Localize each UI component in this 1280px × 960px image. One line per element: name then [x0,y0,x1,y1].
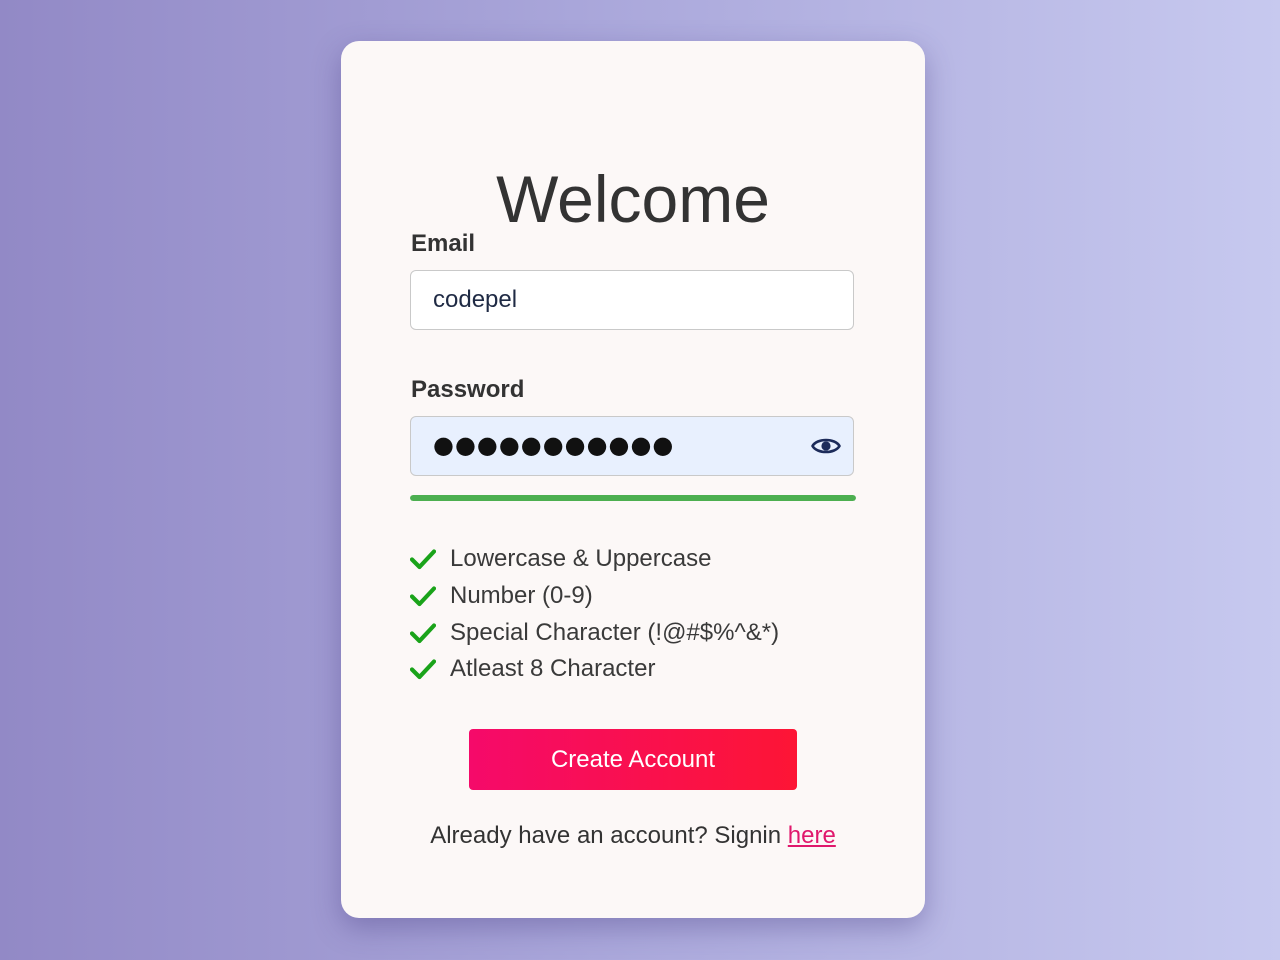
password-label: Password [411,376,525,403]
requirement-text: Number (0-9) [450,582,593,610]
email-field[interactable]: codepel [410,270,854,330]
signup-card: Welcome Email codepel Password ●●●●●●●●●… [341,41,925,918]
requirement-text: Lowercase & Uppercase [450,545,712,573]
eye-icon[interactable] [811,435,841,457]
signin-link[interactable]: here [788,822,836,849]
signin-prompt: Already have an account? Signin here [341,821,925,851]
password-strength-fill [410,495,856,501]
requirement-text: Atleast 8 Character [450,655,656,683]
check-icon [410,549,436,570]
page-title: Welcome [496,162,770,236]
requirement-item: Atleast 8 Character [410,651,779,688]
check-icon [410,623,436,643]
password-field[interactable]: ●●●●●●●●●●● [410,416,854,476]
requirement-text: Special Character (!@#$%^&*) [450,618,780,646]
email-label: Email [411,230,476,257]
password-strength-bar [410,495,856,501]
password-value: ●●●●●●●●●●● [433,431,675,459]
check-icon [410,586,436,607]
requirement-item: Special Character (!@#$%^&*) [410,614,779,651]
requirement-item: Number (0-9) [410,578,779,615]
create-account-button[interactable]: Create Account [469,729,797,790]
password-requirements: Lowercase & Uppercase Number (0-9) Speci… [410,541,779,688]
email-value: codepel [433,286,518,313]
requirement-item: Lowercase & Uppercase [410,541,779,578]
signin-prompt-text: Already have an account? Signin [430,822,788,849]
check-icon [410,659,436,680]
